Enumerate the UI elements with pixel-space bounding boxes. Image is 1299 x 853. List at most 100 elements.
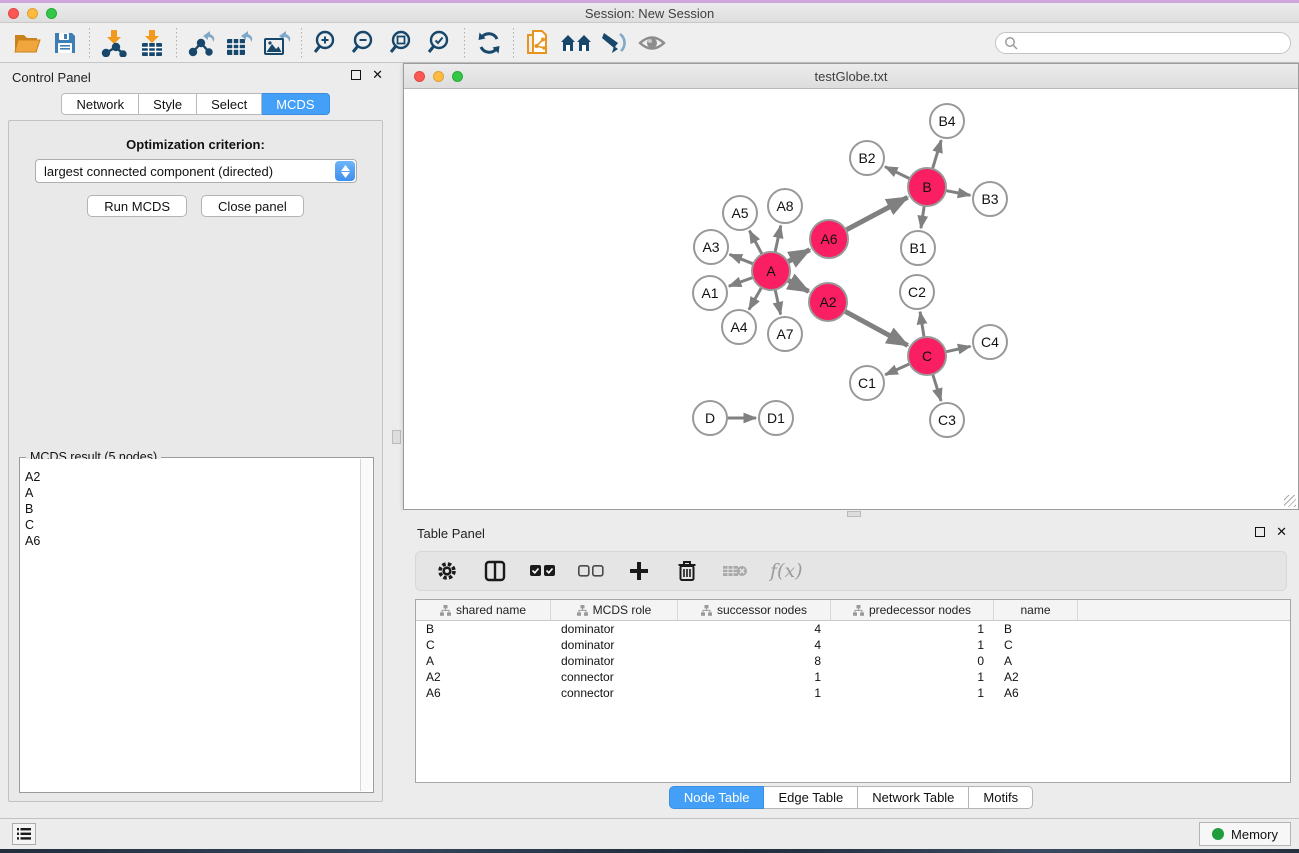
graph-node-A8[interactable]: A8 <box>768 189 802 223</box>
edge-A-A4[interactable] <box>749 286 763 310</box>
close-panel-button[interactable]: Close panel <box>201 195 304 217</box>
column-header-successor-nodes[interactable]: successor nodes <box>678 600 831 620</box>
column-header-MCDS-role[interactable]: MCDS role <box>551 600 678 620</box>
network-canvas[interactable]: AA1A2A3A4A5A6A7A8BB1B2B3B4CC1C2C3C4DD1 <box>404 89 1298 509</box>
table-cell[interactable]: connector <box>551 669 678 685</box>
result-item[interactable]: A <box>25 485 356 501</box>
graph-node-C3[interactable]: C3 <box>930 403 964 437</box>
mcds-result-list[interactable]: A2ABCA6 <box>21 459 360 791</box>
zoom-selected-button[interactable] <box>421 26 459 60</box>
select-all-button[interactable] <box>530 558 556 584</box>
export-network-button[interactable] <box>182 26 220 60</box>
table-cell[interactable]: 0 <box>831 653 994 669</box>
zoom-fit-button[interactable] <box>383 26 421 60</box>
table-cell[interactable]: dominator <box>551 621 678 637</box>
open-session-button[interactable] <box>8 26 46 60</box>
result-item[interactable]: C <box>25 517 356 533</box>
export-image-button[interactable] <box>258 26 296 60</box>
table-cell[interactable]: B <box>994 621 1078 637</box>
graph-node-B2[interactable]: B2 <box>850 141 884 175</box>
search-box[interactable] <box>995 32 1291 54</box>
tab-node-table[interactable]: Node Table <box>669 786 765 809</box>
table-settings-button[interactable] <box>434 558 460 584</box>
show-hide-graphics-button[interactable] <box>633 26 671 60</box>
graph-node-B3[interactable]: B3 <box>973 182 1007 216</box>
table-cell[interactable]: dominator <box>551 637 678 653</box>
graph-node-A3[interactable]: A3 <box>694 230 728 264</box>
table-cell[interactable]: A2 <box>416 669 551 685</box>
tab-style[interactable]: Style <box>139 93 197 115</box>
table-cell[interactable]: 8 <box>678 653 831 669</box>
table-cell[interactable]: 1 <box>831 637 994 653</box>
refresh-button[interactable] <box>470 26 508 60</box>
graph-node-A2[interactable]: A2 <box>809 283 847 321</box>
graph-node-C1[interactable]: C1 <box>850 366 884 400</box>
close-table-panel-icon[interactable]: ✕ <box>1276 527 1287 537</box>
table-row[interactable]: A2connector11A2 <box>416 669 1290 685</box>
column-header-predecessor-nodes[interactable]: predecessor nodes <box>831 600 994 620</box>
graph-node-A5[interactable]: A5 <box>723 196 757 230</box>
edge-A-A8[interactable] <box>775 226 781 255</box>
tab-select[interactable]: Select <box>197 93 262 115</box>
table-cell[interactable]: 4 <box>678 637 831 653</box>
tab-network-table[interactable]: Network Table <box>858 786 969 809</box>
split-columns-button[interactable] <box>482 558 508 584</box>
table-cell[interactable]: 1 <box>678 669 831 685</box>
export-table-button[interactable] <box>220 26 258 60</box>
result-item[interactable]: B <box>25 501 356 517</box>
table-cell[interactable]: 4 <box>678 621 831 637</box>
table-row[interactable]: Adominator80A <box>416 653 1290 669</box>
edge-C-C4[interactable] <box>944 346 971 352</box>
table-cell[interactable]: dominator <box>551 653 678 669</box>
graph-node-A6[interactable]: A6 <box>810 220 848 258</box>
edge-A-A3[interactable] <box>730 254 756 264</box>
graph-node-B[interactable]: B <box>908 168 946 206</box>
result-scrollbar[interactable] <box>360 459 372 791</box>
table-cell[interactable]: C <box>994 637 1078 653</box>
vertical-splitter-grip[interactable] <box>392 430 401 444</box>
import-table-button[interactable] <box>133 26 171 60</box>
network-window-titlebar[interactable]: testGlobe.txt <box>404 64 1298 89</box>
zoom-in-button[interactable] <box>307 26 345 60</box>
import-network-button[interactable] <box>95 26 133 60</box>
graph-node-C[interactable]: C <box>908 337 946 375</box>
graph-node-B1[interactable]: B1 <box>901 231 935 265</box>
result-item[interactable]: A6 <box>25 533 356 549</box>
table-cell[interactable]: 1 <box>678 685 831 701</box>
table-row[interactable]: A6connector11A6 <box>416 685 1290 701</box>
function-builder-button[interactable]: f(x) <box>770 558 803 584</box>
graph-node-D1[interactable]: D1 <box>759 401 793 435</box>
table-cell[interactable]: A <box>416 653 551 669</box>
deselect-all-button[interactable] <box>578 558 604 584</box>
horizontal-splitter[interactable] <box>403 510 1299 518</box>
edge-B-B1[interactable] <box>921 204 925 228</box>
horizontal-splitter-grip[interactable] <box>847 511 861 517</box>
graph-node-A4[interactable]: A4 <box>722 310 756 344</box>
graph-node-C2[interactable]: C2 <box>900 275 934 309</box>
tab-mcds[interactable]: MCDS <box>262 93 329 115</box>
edge-A-A7[interactable] <box>775 288 781 315</box>
result-item[interactable]: A2 <box>25 469 356 485</box>
edge-A6-B[interactable] <box>844 197 908 231</box>
delete-row-button[interactable] <box>674 558 700 584</box>
float-table-panel-icon[interactable] <box>1255 527 1265 537</box>
table-row[interactable]: Cdominator41C <box>416 637 1290 653</box>
criterion-dropdown[interactable]: largest connected component (directed) <box>35 159 357 183</box>
edge-C-C2[interactable] <box>920 312 924 339</box>
graph-node-C4[interactable]: C4 <box>973 325 1007 359</box>
graph-node-A1[interactable]: A1 <box>693 276 727 310</box>
tab-motifs[interactable]: Motifs <box>969 786 1033 809</box>
edge-B-B4[interactable] <box>932 140 941 171</box>
run-mcds-button[interactable]: Run MCDS <box>87 195 187 217</box>
table-row[interactable]: Bdominator41B <box>416 621 1290 637</box>
graph-node-A[interactable]: A <box>752 252 790 290</box>
column-header-shared-name[interactable]: shared name <box>416 600 551 620</box>
graph-node-B4[interactable]: B4 <box>930 104 964 138</box>
float-panel-icon[interactable] <box>351 70 361 80</box>
edge-A-A5[interactable] <box>749 231 763 256</box>
zoom-out-button[interactable] <box>345 26 383 60</box>
edge-B-B3[interactable] <box>944 190 971 195</box>
edge-C-C1[interactable] <box>885 363 911 375</box>
task-history-button[interactable] <box>12 823 36 845</box>
edge-B-B2[interactable] <box>885 167 912 180</box>
